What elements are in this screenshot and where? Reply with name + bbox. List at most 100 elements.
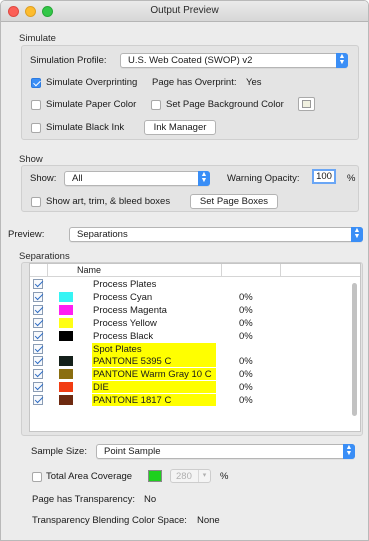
separation-checkbox[interactable] xyxy=(33,382,43,393)
separation-row[interactable]: PANTONE 1817 C 0% xyxy=(30,394,346,406)
page-has-overprint-value: Yes xyxy=(246,77,262,88)
separation-color-swatch xyxy=(59,369,73,380)
separation-row[interactable]: Process Cyan 0% xyxy=(30,291,346,303)
separation-name: Process Magenta xyxy=(93,304,167,316)
separation-color-swatch xyxy=(59,330,73,341)
simulate-paper-color-label: Simulate Paper Color xyxy=(46,99,137,110)
separation-percent: 0% xyxy=(239,304,253,316)
column-name-header[interactable]: Name xyxy=(77,265,101,275)
warning-opacity-label: Warning Opacity: xyxy=(227,173,300,184)
separation-name: Process Yellow xyxy=(93,317,157,329)
warning-opacity-input[interactable]: 100 xyxy=(312,169,336,184)
warning-opacity-percent: % xyxy=(347,173,356,184)
chevron-updown-icon: ▲ ▼ xyxy=(343,444,355,459)
simulate-overprinting-checkbox[interactable] xyxy=(31,78,41,88)
preview-label: Preview: xyxy=(8,229,45,240)
separation-checkbox[interactable] xyxy=(33,343,43,354)
separation-percent: 0% xyxy=(239,317,253,329)
separation-checkbox[interactable] xyxy=(33,304,43,315)
coverage-color-swatch[interactable] xyxy=(148,470,162,482)
page-has-overprint-label: Page has Overprint: xyxy=(152,77,237,88)
separations-section-label: Separations xyxy=(19,251,70,262)
separation-color-swatch xyxy=(59,356,73,367)
separations-table-header: Name xyxy=(30,264,360,277)
simulation-profile-value: U.S. Web Coated (SWOP) v2 xyxy=(128,55,253,66)
simulate-black-ink-label: Simulate Black Ink xyxy=(46,122,125,133)
separation-checkbox[interactable] xyxy=(33,317,43,328)
separation-row[interactable]: PANTONE Warm Gray 10 C 0% xyxy=(30,368,346,380)
separation-color-swatch xyxy=(59,382,73,393)
page-background-color-swatch[interactable] xyxy=(298,97,315,111)
title-bar: Output Preview xyxy=(1,1,368,22)
separation-name: DIE xyxy=(93,382,109,394)
separation-checkbox[interactable] xyxy=(33,279,43,289)
window-title: Output Preview xyxy=(150,5,219,16)
ink-manager-button[interactable]: Ink Manager xyxy=(144,120,216,135)
separation-color-swatch xyxy=(59,395,73,406)
coverage-value: 280 xyxy=(176,471,192,482)
show-boxes-label: Show art, trim, & bleed boxes xyxy=(46,196,171,207)
chevron-updown-icon: ▲ ▼ xyxy=(351,227,363,242)
separation-checkbox[interactable] xyxy=(33,356,43,367)
simulate-group: Simulation Profile: U.S. Web Coated (SWO… xyxy=(21,45,359,140)
separation-row[interactable]: Process Yellow 0% xyxy=(30,317,346,329)
separation-percent: 0% xyxy=(239,395,253,407)
separation-row[interactable]: Spot Plates xyxy=(30,343,346,355)
total-area-coverage-checkbox[interactable] xyxy=(32,472,42,482)
separation-row[interactable]: Process Black 0% xyxy=(30,330,346,342)
show-section-label: Show xyxy=(19,154,43,165)
simulate-section-label: Simulate xyxy=(19,33,56,44)
separation-percent: 0% xyxy=(239,330,253,342)
simulate-paper-color-checkbox[interactable] xyxy=(31,100,41,110)
separation-color-swatch xyxy=(59,291,73,302)
set-page-background-checkbox[interactable] xyxy=(151,100,161,110)
separation-row[interactable]: Process Plates xyxy=(30,278,346,290)
show-select[interactable]: All ▲ ▼ xyxy=(64,171,210,186)
sample-size-label: Sample Size: xyxy=(31,446,87,457)
separation-checkbox[interactable] xyxy=(33,395,43,406)
set-page-background-label: Set Page Background Color xyxy=(166,99,284,110)
separation-color-swatch xyxy=(59,317,73,328)
blending-color-space-value: None xyxy=(197,515,220,526)
separation-percent: 0% xyxy=(239,369,253,381)
show-group: Show: All ▲ ▼ Warning Opacity: 100 % Show… xyxy=(21,165,359,212)
sample-size-value: Point Sample xyxy=(104,446,161,457)
set-page-boxes-button[interactable]: Set Page Boxes xyxy=(190,194,278,209)
separation-name: Spot Plates xyxy=(93,343,142,355)
separation-row[interactable]: DIE 0% xyxy=(30,381,346,393)
page-has-transparency-value: No xyxy=(144,494,157,505)
separation-row[interactable]: PANTONE 5395 C 0% xyxy=(30,355,346,367)
separation-name: Process Cyan xyxy=(93,291,153,303)
blending-color-space-label: Transparency Blending Color Space: xyxy=(32,515,187,526)
preview-value: Separations xyxy=(77,229,128,240)
sample-size-select[interactable]: Point Sample ▲ ▼ xyxy=(96,444,355,459)
separation-name: PANTONE Warm Gray 10 C xyxy=(93,369,212,381)
separation-color-swatch xyxy=(59,304,73,315)
coverage-value-stepper[interactable]: 280 ▾ xyxy=(170,469,211,483)
chevron-updown-icon: ▲ ▼ xyxy=(198,171,210,186)
simulate-black-ink-checkbox[interactable] xyxy=(31,123,41,133)
separation-checkbox[interactable] xyxy=(33,291,43,302)
separation-row[interactable]: Process Magenta 0% xyxy=(30,304,346,316)
simulate-overprinting-label: Simulate Overprinting xyxy=(46,77,138,88)
show-boxes-checkbox[interactable] xyxy=(31,197,41,207)
separation-checkbox[interactable] xyxy=(33,330,43,341)
simulation-profile-select[interactable]: U.S. Web Coated (SWOP) v2 ▲ ▼ xyxy=(120,53,348,68)
show-label: Show: xyxy=(30,173,57,184)
preview-select[interactable]: Separations ▲ ▼ xyxy=(69,227,363,242)
separations-scrollbar[interactable] xyxy=(352,283,357,416)
output-preview-window: Output Preview Simulate Simulation Profi… xyxy=(0,0,369,541)
separations-table: Name Process Plates Process Cyan 0% Process… xyxy=(29,263,361,432)
separation-name: PANTONE 5395 C xyxy=(93,356,172,368)
chevron-down-icon: ▾ xyxy=(198,470,210,482)
separation-name: Process Black xyxy=(93,330,154,342)
show-value: All xyxy=(72,173,83,184)
separation-name: PANTONE 1817 C xyxy=(93,395,172,407)
coverage-percent: % xyxy=(220,471,229,482)
chevron-updown-icon: ▲ ▼ xyxy=(336,53,348,68)
separation-checkbox[interactable] xyxy=(33,369,43,380)
separation-percent: 0% xyxy=(239,356,253,368)
separation-percent: 0% xyxy=(239,382,253,394)
total-area-coverage-label: Total Area Coverage xyxy=(46,471,133,482)
separation-name: Process Plates xyxy=(93,279,157,290)
